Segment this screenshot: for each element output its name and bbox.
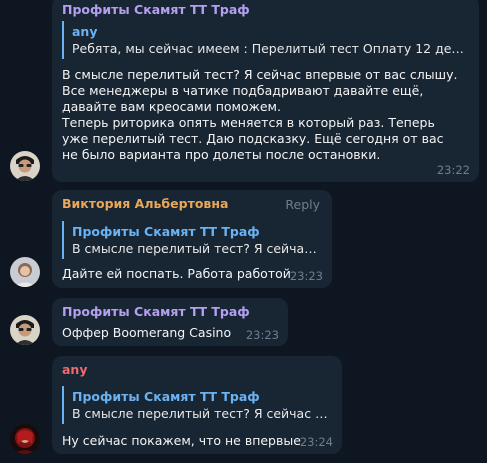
message-text: Дайте ей поспать. Работа работой (62, 266, 291, 281)
message-time: 23:23 (289, 269, 323, 283)
sender-name[interactable]: any (62, 362, 332, 378)
message-bubble[interactable]: Виктория Альбертовна Reply Профиты Скамя… (52, 190, 332, 288)
reply-button[interactable]: Reply (285, 197, 320, 212)
quote-sender: Профиты Скамят ТТ Траф (72, 389, 260, 404)
message-time: 23:22 (436, 163, 470, 177)
quote-sender: any (72, 24, 98, 39)
message-bubble[interactable]: Профиты Скамят ТТ Траф any Ребята, мы се… (52, 0, 479, 182)
sender-name[interactable]: Виктория Альбертовна (62, 196, 322, 212)
message-text: В смысле перелитый тест? Я сейчас впервы… (62, 67, 458, 162)
avatar[interactable] (10, 151, 40, 181)
message-bubble[interactable]: Профиты Скамят ТТ Траф Оффер Boomerang C… (52, 298, 288, 346)
quote-text: В смысле перелитый тест? Я сейчас впе... (72, 241, 322, 256)
reply-quote[interactable]: Профиты Скамят ТТ Траф В смысле перелиты… (62, 386, 332, 424)
sender-name[interactable]: Профиты Скамят ТТ Траф (62, 304, 278, 320)
quote-text: Ребята, мы сейчас имеем : Перелитый тест… (72, 41, 469, 56)
reply-quote[interactable]: any Ребята, мы сейчас имеем : Перелитый … (62, 21, 469, 59)
message-text: Ну сейчас покажем, что не впервые (62, 433, 301, 448)
sender-name[interactable]: Профиты Скамят ТТ Траф (62, 2, 469, 18)
avatar[interactable] (10, 315, 40, 345)
message-bubble[interactable]: any Профиты Скамят ТТ Траф В смысле пере… (52, 356, 342, 454)
message-time: 23:24 (299, 435, 333, 449)
quote-text: В смысле перелитый тест? Я сейчас впе... (72, 406, 332, 421)
message-time: 23:23 (245, 328, 279, 342)
avatar[interactable] (10, 257, 40, 287)
quote-sender: Профиты Скамят ТТ Траф (72, 224, 260, 239)
reply-quote[interactable]: Профиты Скамят ТТ Траф В смысле перелиты… (62, 221, 322, 259)
avatar[interactable] (10, 424, 40, 454)
